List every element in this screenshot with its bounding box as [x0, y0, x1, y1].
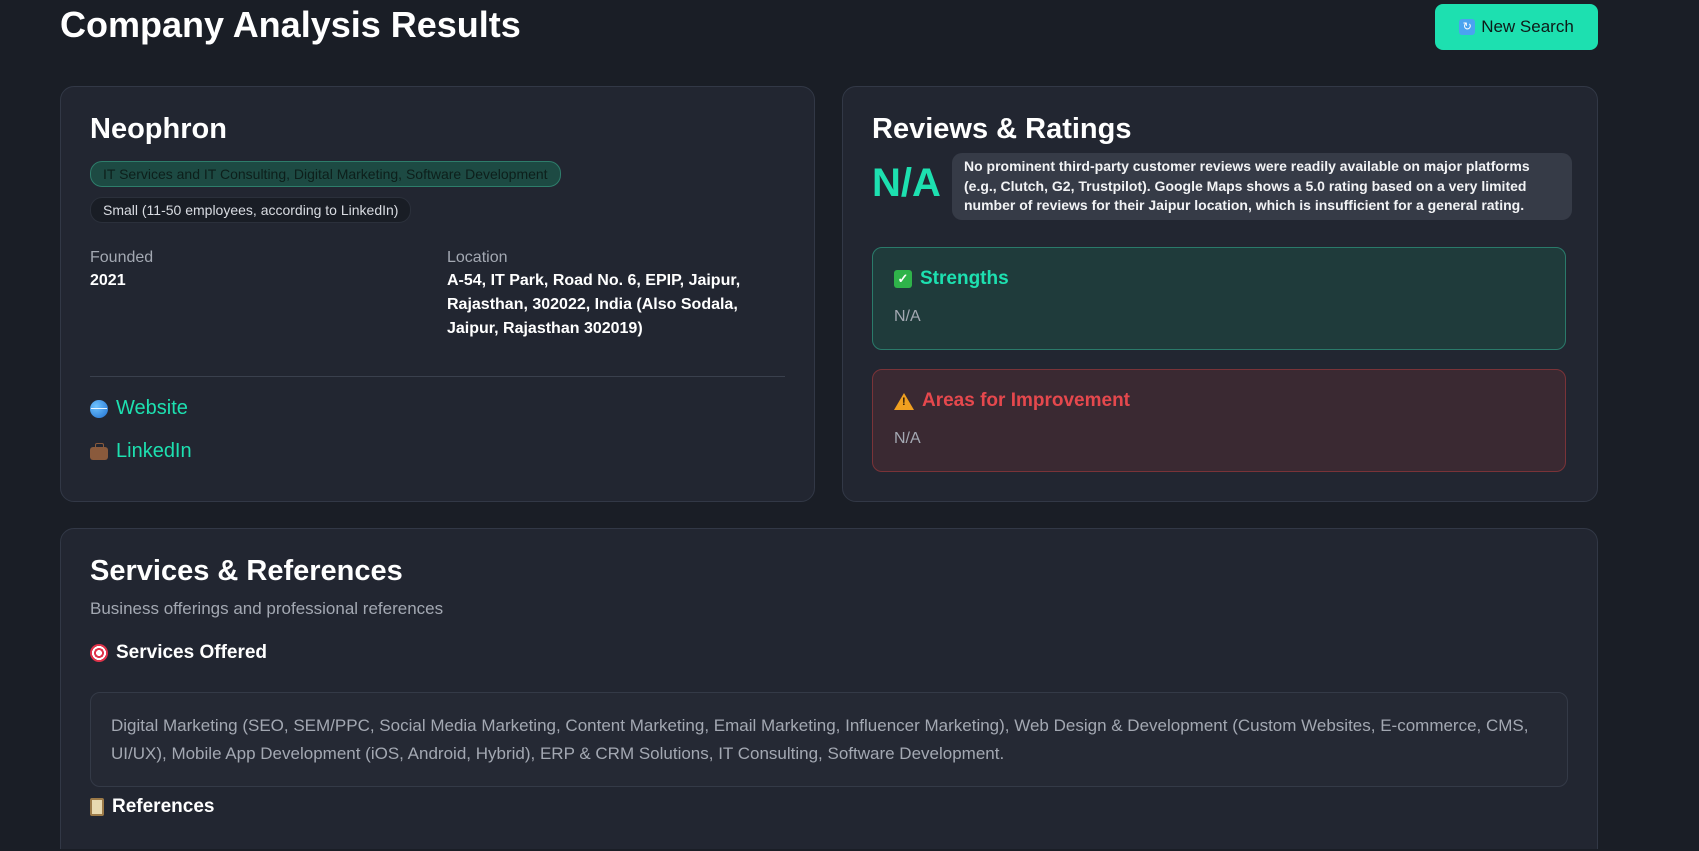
industry-badge: IT Services and IT Consulting, Digital M…	[90, 161, 561, 187]
target-icon	[90, 644, 108, 662]
strengths-title: Strengths	[920, 268, 1009, 289]
page-title: Company Analysis Results	[60, 4, 521, 45]
strengths-heading: ✓ Strengths	[894, 268, 1009, 290]
company-card: Neophron IT Services and IT Consulting, …	[60, 86, 815, 502]
website-label: Website	[116, 397, 188, 419]
company-name: Neophron	[90, 113, 227, 145]
improvement-title: Areas for Improvement	[922, 390, 1131, 411]
refresh-icon: ↻	[1459, 19, 1476, 35]
improvement-body: N/A	[894, 430, 921, 447]
linkedin-link[interactable]: LinkedIn	[90, 440, 192, 463]
improvement-box: Areas for Improvement N/A	[872, 369, 1566, 472]
clipboard-icon	[90, 798, 104, 816]
services-offered-heading: Services Offered	[90, 642, 267, 664]
founded-value: 2021	[90, 272, 126, 289]
rating-value: N/A	[872, 161, 941, 205]
app-frame: Company Analysis Results ↻ New Search Ne…	[2, 2, 1697, 849]
services-offered-label: Services Offered	[116, 642, 268, 663]
website-link[interactable]: Website	[90, 397, 188, 420]
services-offered-text: Digital Marketing (SEO, SEM/PPC, Social …	[90, 692, 1568, 787]
strengths-body: N/A	[894, 308, 921, 325]
references-label: References	[112, 796, 215, 817]
references-heading: References	[90, 796, 214, 818]
reviews-card: Reviews & Ratings N/A No prominent third…	[842, 86, 1598, 502]
size-badge: Small (11-50 employees, according to Lin…	[90, 197, 412, 223]
location-value: A-54, IT Park, Road No. 6, EPIP, Jaipur,…	[447, 272, 741, 337]
improvement-heading: Areas for Improvement	[894, 390, 1130, 412]
briefcase-icon	[90, 442, 108, 460]
rating-note: No prominent third-party customer review…	[952, 153, 1572, 220]
services-title: Services & References	[90, 555, 403, 587]
new-search-button[interactable]: ↻ New Search	[1435, 4, 1598, 50]
location-label: Location	[447, 249, 508, 266]
divider	[90, 376, 785, 377]
reviews-title: Reviews & Ratings	[872, 113, 1132, 145]
linkedin-label: LinkedIn	[116, 440, 192, 462]
new-search-label: New Search	[1481, 17, 1574, 36]
services-card: Services & References Business offerings…	[60, 528, 1598, 849]
globe-icon	[90, 399, 108, 418]
services-subtitle: Business offerings and professional refe…	[90, 599, 444, 618]
strengths-box: ✓ Strengths N/A	[872, 247, 1566, 350]
warning-icon	[894, 392, 914, 410]
founded-label: Founded	[90, 249, 154, 266]
check-icon: ✓	[894, 270, 912, 288]
